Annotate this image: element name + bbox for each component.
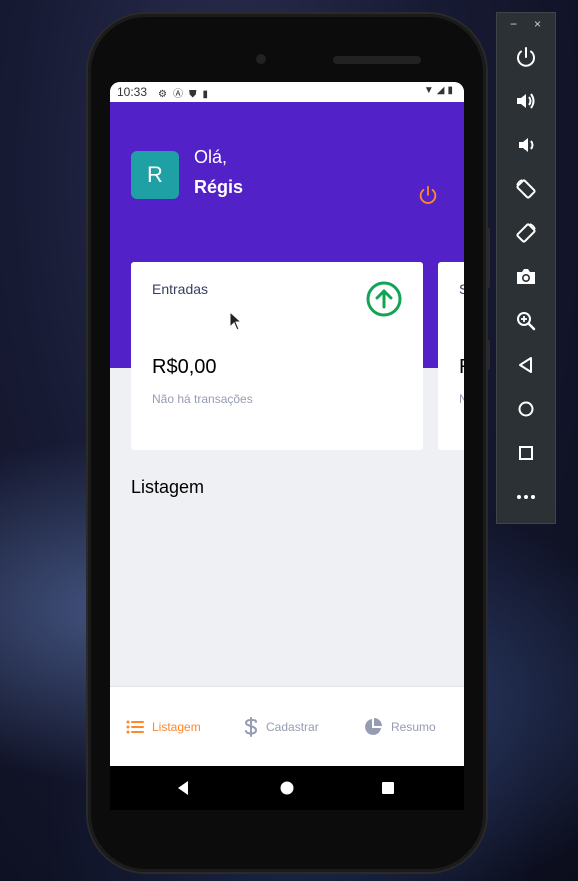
status-right-icons: ▼◢▮ <box>424 85 456 96</box>
power-icon[interactable] <box>417 184 439 206</box>
overview-button[interactable] <box>378 778 398 798</box>
front-camera <box>256 54 266 64</box>
rotate-right-icon[interactable] <box>514 221 538 245</box>
user-name: Régis <box>194 177 244 197</box>
outcome-amount: R <box>459 356 464 379</box>
income-card: Entradas R$0,00 Não há transações <box>131 262 423 450</box>
rotate-left-icon[interactable] <box>514 177 538 201</box>
tab-cadastrar[interactable]: Cadastrar <box>244 715 319 739</box>
a-icon: Ⓐ <box>172 89 189 100</box>
battery-icon: ▮ <box>447 85 456 96</box>
power-icon[interactable] <box>514 45 538 69</box>
volume-down-icon[interactable] <box>514 133 538 157</box>
income-amount: R$0,00 <box>152 356 217 378</box>
back-button[interactable] <box>174 778 194 798</box>
outcome-label: S <box>459 281 464 297</box>
back-icon[interactable] <box>514 353 538 377</box>
income-subtitle: Não há transações <box>152 392 253 406</box>
earpiece-speaker <box>333 56 421 64</box>
overview-icon[interactable] <box>514 441 538 465</box>
android-nav-bar <box>110 766 464 810</box>
income-label: Entradas <box>152 281 209 297</box>
avatar[interactable]: R <box>131 151 179 199</box>
greeting-text: Olá, <box>194 147 228 167</box>
home-button[interactable] <box>277 778 297 798</box>
outcome-subtitle: N <box>459 392 464 406</box>
tab-label: Listagem <box>152 720 201 734</box>
tab-listagem[interactable]: Listagem <box>126 715 201 739</box>
arrow-up-circle-icon <box>366 281 402 317</box>
camera-icon[interactable] <box>514 265 538 289</box>
power-key <box>486 340 490 370</box>
zoom-icon[interactable] <box>514 309 538 333</box>
close-button[interactable]: × <box>534 17 541 31</box>
list-icon <box>126 720 144 734</box>
minimize-button[interactable]: − <box>510 17 517 31</box>
tab-resumo[interactable]: Resumo <box>363 715 436 739</box>
sd-card-icon: ▮ <box>202 89 214 100</box>
list-title: Listagem <box>131 477 205 497</box>
status-time: 10:33 <box>117 85 148 99</box>
bottom-tab-bar: Listagem Cadastrar Resumo <box>110 686 464 766</box>
volume-up-icon[interactable] <box>514 89 538 113</box>
tab-label: Cadastrar <box>266 720 319 734</box>
pie-chart-icon <box>365 718 382 735</box>
dollar-icon <box>244 717 258 737</box>
shield-icon: ⛊ <box>188 89 203 100</box>
outcome-card: S R N <box>438 262 464 450</box>
tab-label: Resumo <box>391 720 436 734</box>
wifi-icon: ▼ <box>423 85 437 96</box>
signal-icon: ◢ <box>436 85 448 96</box>
gear-icon: ⚙ <box>158 89 173 100</box>
status-left-icons: ⚙Ⓐ⛊▮ <box>158 85 214 100</box>
volume-rocker <box>486 228 490 288</box>
emulator-toolbar: − × <box>496 12 556 524</box>
app-screen: 10:33 ⚙Ⓐ⛊▮ ▼◢▮ R Olá, Régis Entradas R$0… <box>110 82 464 766</box>
more-icon[interactable] <box>514 485 538 509</box>
home-icon[interactable] <box>514 397 538 421</box>
status-bar: 10:33 ⚙Ⓐ⛊▮ ▼◢▮ <box>110 82 464 102</box>
mouse-cursor-icon <box>229 311 243 331</box>
